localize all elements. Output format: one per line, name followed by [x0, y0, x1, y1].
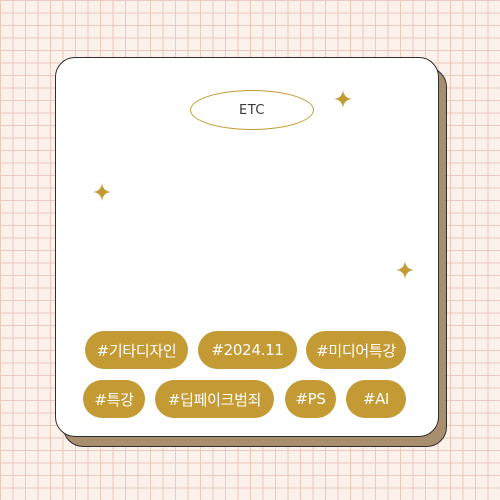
tag-chip[interactable]: #딥페이크범죄 — [155, 380, 274, 418]
tag-chip[interactable]: #PS — [285, 380, 336, 418]
tag-chip[interactable]: #2024.11 — [198, 331, 297, 369]
tag-chip[interactable]: #미디어특강 — [306, 331, 406, 369]
tag-chip[interactable]: #기타디자인 — [85, 331, 188, 369]
tag-chip[interactable]: #특강 — [83, 380, 145, 418]
tag-chip[interactable]: #AI — [346, 380, 406, 418]
tag-list: #기타디자인 #2024.11 #미디어특강 #특강 #딥페이크범죄 #PS #… — [0, 0, 500, 500]
